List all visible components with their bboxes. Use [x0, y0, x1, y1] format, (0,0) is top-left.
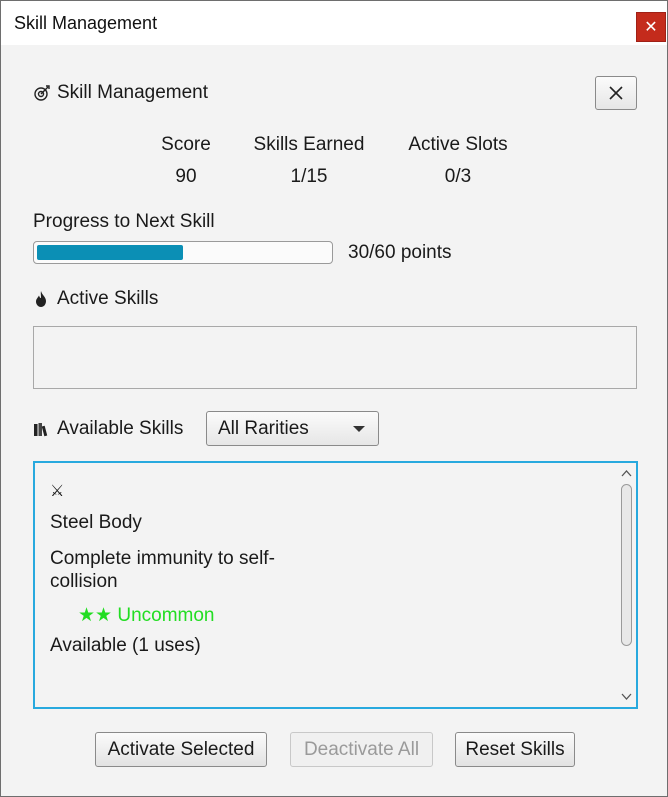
vertical-scrollbar[interactable] [617, 463, 636, 707]
available-skills-list[interactable]: ⚔ Steel Body Complete immunity to self-c… [33, 461, 638, 709]
target-icon [33, 84, 51, 102]
stat-skills-earned: Skills Earned 1/15 [239, 134, 379, 188]
skill-status: Available (1 uses) [50, 635, 201, 656]
rarity-filter-value: All Rarities [218, 418, 309, 439]
rarity-filter-dropdown[interactable]: All Rarities [206, 411, 379, 446]
stat-label: Score [161, 134, 211, 155]
flame-icon [33, 290, 49, 308]
title-bar: Skill Management ✕ [1, 1, 667, 45]
skill-management-window: Skill Management ✕ Skill Management Scor… [0, 0, 668, 797]
stat-value: 1/15 [290, 166, 328, 187]
stat-value: 0/3 [444, 166, 472, 187]
progress-fill [37, 245, 183, 260]
chevron-down-icon [621, 693, 632, 700]
skill-rarity: ★★ Uncommon [78, 605, 215, 626]
panel-header: Skill Management [33, 82, 208, 104]
window-close-button[interactable]: ✕ [636, 12, 666, 42]
skill-description: Complete immunity to self-collision [50, 548, 275, 592]
stat-label: Skills Earned [253, 134, 365, 155]
chevron-down-icon [353, 426, 365, 432]
deactivate-all-button[interactable]: Deactivate All [290, 732, 433, 767]
available-skills-header: Available Skills [33, 418, 183, 440]
progress-bar [33, 241, 333, 264]
scroll-thumb[interactable] [621, 484, 632, 646]
progress-text: 30/60 points [348, 242, 452, 263]
books-icon [33, 421, 51, 437]
active-skills-label: Active Skills [57, 288, 159, 309]
crossed-swords-icon: ⚔ [50, 483, 65, 500]
progress-label: Progress to Next Skill [33, 211, 215, 232]
chevron-up-icon [621, 469, 632, 476]
skill-name: Steel Body [50, 512, 142, 533]
activate-selected-button[interactable]: Activate Selected [95, 732, 267, 767]
panel-title: Skill Management [57, 82, 209, 103]
stat-label: Active Slots [408, 134, 508, 155]
panel-close-button[interactable] [595, 76, 637, 110]
stat-active-slots: Active Slots 0/3 [393, 134, 523, 188]
available-skills-label: Available Skills [57, 418, 184, 439]
stat-value: 90 [175, 166, 197, 187]
close-icon [609, 86, 623, 100]
scroll-up-button[interactable] [621, 467, 632, 478]
scroll-down-button[interactable] [621, 691, 632, 702]
active-skills-header: Active Skills [33, 288, 158, 310]
reset-skills-button[interactable]: Reset Skills [455, 732, 575, 767]
stat-score: Score 90 [136, 134, 236, 188]
list-item[interactable]: ⚔ Steel Body Complete immunity to self-c… [50, 481, 275, 656]
window-title: Skill Management [14, 13, 158, 33]
active-skills-list[interactable] [33, 326, 637, 389]
